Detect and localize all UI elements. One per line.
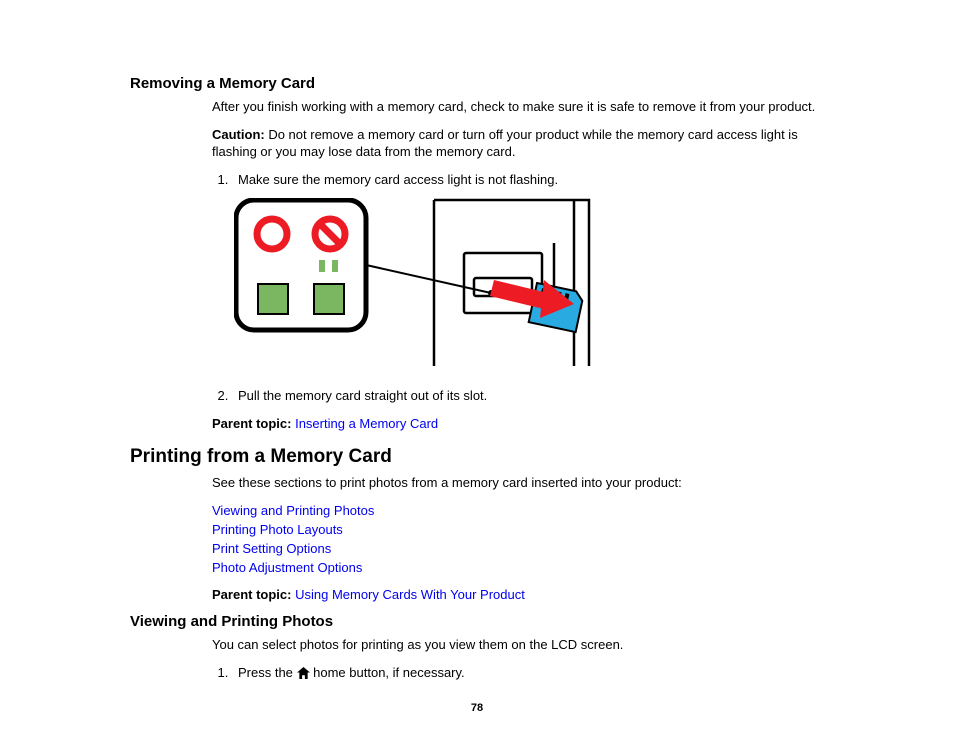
section2-intro: See these sections to print photos from … [212, 474, 844, 492]
page-number: 78 [0, 702, 954, 714]
section3-body: You can select photos for printing as yo… [212, 636, 844, 683]
section1-step1: Make sure the memory card access light i… [232, 171, 844, 189]
step1-text-a: Press the [238, 665, 297, 680]
section3-intro: You can select photos for printing as yo… [212, 636, 844, 654]
heading-removing-memory-card: Removing a Memory Card [130, 75, 844, 92]
section2-body: See these sections to print photos from … [212, 474, 844, 603]
heading-viewing-printing-photos: Viewing and Printing Photos [130, 613, 844, 630]
illustration-remove-card [234, 198, 844, 371]
document-page: Removing a Memory Card After you finish … [0, 0, 954, 683]
heading-printing-from-memory-card: Printing from a Memory Card [130, 446, 844, 468]
link-inserting-memory-card[interactable]: Inserting a Memory Card [295, 416, 438, 431]
link-photo-adjustment-options[interactable]: Photo Adjustment Options [212, 560, 362, 575]
link-print-setting-options[interactable]: Print Setting Options [212, 541, 331, 556]
caution-text: Do not remove a memory card or turn off … [212, 127, 798, 160]
link-viewing-printing-photos[interactable]: Viewing and Printing Photos [212, 503, 374, 518]
parent-topic-label-2: Parent topic: [212, 587, 291, 602]
parent-topic-label: Parent topic: [212, 416, 291, 431]
section1-parent-topic: Parent topic: Inserting a Memory Card [212, 415, 844, 433]
link-printing-photo-layouts[interactable]: Printing Photo Layouts [212, 522, 343, 537]
caution-paragraph: Caution: Do not remove a memory card or … [212, 126, 844, 161]
section1-body: After you finish working with a memory c… [212, 98, 844, 432]
caution-label: Caution: [212, 127, 265, 142]
home-icon [297, 666, 310, 684]
section3-step1: Press the home button, if necessary. [232, 664, 844, 684]
section2-parent-topic: Parent topic: Using Memory Cards With Yo… [212, 586, 844, 604]
section1-step2: Pull the memory card straight out of its… [232, 387, 844, 405]
section1-intro: After you finish working with a memory c… [212, 98, 844, 116]
step1-text-b: home button, if necessary. [310, 665, 465, 680]
section2-links: Viewing and Printing Photos Printing Pho… [212, 502, 844, 578]
link-using-memory-cards[interactable]: Using Memory Cards With Your Product [295, 587, 525, 602]
